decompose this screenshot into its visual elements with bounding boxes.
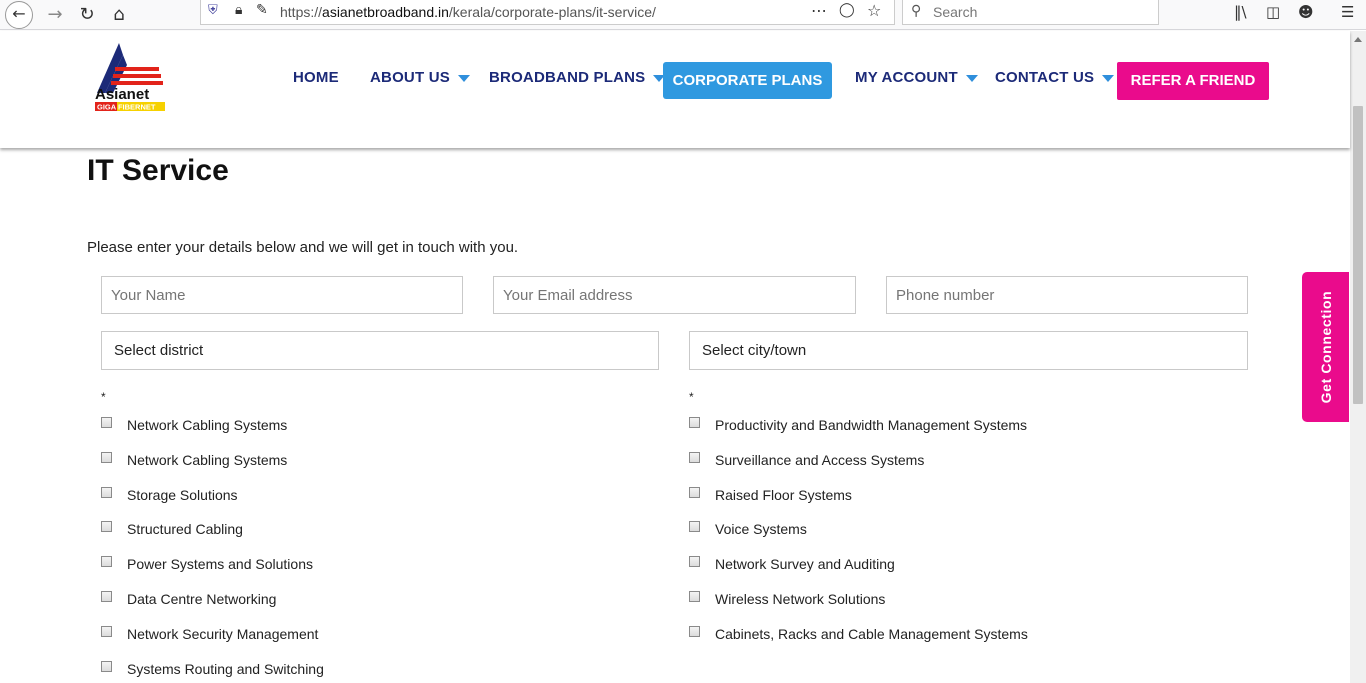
url-bar[interactable]: ⛨ 🔒︎ ✎ https://asianetbroadband.in/keral… — [200, 0, 895, 25]
checkbox-label: Storage Solutions — [127, 487, 238, 503]
checkbox[interactable] — [101, 417, 112, 428]
pocket-icon[interactable]: ◯ — [839, 2, 855, 18]
checkbox[interactable] — [101, 521, 112, 532]
browser-search-bar[interactable]: ⚲ Search — [902, 0, 1159, 25]
phone-field[interactable] — [886, 276, 1248, 314]
account-icon[interactable]: ☻ — [1298, 3, 1314, 21]
checkbox-label: Structured Cabling — [127, 521, 243, 537]
district-select[interactable]: Select district — [101, 331, 659, 370]
page-title: IT Service — [87, 154, 229, 187]
back-icon[interactable]: ← — [5, 1, 33, 29]
nav-broadband-plans[interactable]: BROADBAND PLANS — [489, 69, 666, 93]
reload-icon[interactable]: ↻ — [74, 2, 100, 28]
scroll-up-icon[interactable] — [1354, 37, 1362, 42]
checkbox[interactable] — [689, 452, 700, 463]
intro-text: Please enter your details below and we w… — [87, 239, 519, 256]
search-placeholder: Search — [933, 4, 978, 20]
nav-contact-us[interactable]: CONTACT US — [995, 69, 1115, 93]
checkbox[interactable] — [689, 626, 700, 637]
checkbox-label: Power Systems and Solutions — [127, 556, 313, 572]
bookmark-star-icon[interactable]: ☆ — [867, 1, 881, 20]
email-field[interactable] — [493, 276, 856, 314]
checkbox-label: Systems Routing and Switching — [127, 661, 324, 677]
forward-icon[interactable]: → — [42, 2, 68, 28]
nav-home[interactable]: HOME — [293, 69, 339, 93]
chevron-down-icon — [1102, 74, 1115, 82]
checkbox-label: Network Security Management — [127, 626, 319, 642]
checkbox[interactable] — [101, 452, 112, 463]
get-connection-button[interactable]: Get Connection — [1302, 272, 1349, 422]
checkbox[interactable] — [101, 591, 112, 602]
checkbox-label: Surveillance and Access Systems — [715, 452, 925, 468]
city-select[interactable]: Select city/town — [689, 331, 1248, 370]
url-text[interactable]: https://asianetbroadband.in/kerala/corpo… — [280, 4, 656, 20]
nav-my-account[interactable]: MY ACCOUNT — [855, 69, 978, 93]
checkbox-label: Data Centre Networking — [127, 591, 277, 607]
page-scrollbar[interactable] — [1350, 31, 1366, 683]
checkbox[interactable] — [689, 521, 700, 532]
nav-about-us[interactable]: ABOUT US — [370, 69, 470, 93]
checkbox-label: Network Cabling Systems — [127, 452, 288, 468]
permissions-icon[interactable]: ✎ — [256, 2, 268, 18]
checkbox-label: Productivity and Bandwidth Management Sy… — [715, 417, 1028, 433]
menu-icon[interactable]: ☰ — [1341, 3, 1354, 21]
more-icon[interactable]: ⋯ — [811, 1, 827, 20]
checkbox-label: Cabinets, Racks and Cable Management Sys… — [715, 626, 1028, 642]
required-mark: * — [101, 390, 106, 404]
browser-toolbar: ← → ↻ ⌂ ⛨ 🔒︎ ✎ https://asianetbroadband.… — [0, 0, 1366, 30]
required-mark: * — [689, 390, 694, 404]
checkbox-label: Voice Systems — [715, 521, 807, 537]
refer-a-friend-button[interactable]: REFER A FRIEND — [1117, 62, 1269, 100]
checkbox[interactable] — [689, 487, 700, 498]
search-icon: ⚲ — [911, 3, 922, 19]
checkbox-label: Network Survey and Auditing — [715, 556, 895, 572]
checkbox[interactable] — [101, 661, 112, 672]
asianet-logo[interactable]: Asianet GIGA FIBERNET — [91, 41, 167, 113]
checkbox[interactable] — [101, 556, 112, 567]
lock-icon[interactable]: 🔒︎ — [235, 2, 242, 18]
checkbox[interactable] — [689, 556, 700, 567]
get-connection-label: Get Connection — [1317, 290, 1334, 404]
checkbox-label: Network Cabling Systems — [127, 417, 288, 433]
checkbox[interactable] — [101, 487, 112, 498]
site-header: Asianet GIGA FIBERNET HOME ABOUT US BROA… — [0, 31, 1350, 148]
logo-subtext: GIGA FIBERNET — [97, 103, 156, 112]
nav-corporate-plans[interactable]: CORPORATE PLANS — [663, 62, 832, 99]
checkbox[interactable] — [101, 626, 112, 637]
chevron-down-icon — [965, 74, 978, 82]
scroll-thumb[interactable] — [1353, 106, 1363, 404]
chevron-down-icon — [457, 74, 470, 82]
checkbox[interactable] — [689, 417, 700, 428]
checkbox[interactable] — [689, 591, 700, 602]
shield-icon[interactable]: ⛨ — [208, 3, 218, 18]
home-icon[interactable]: ⌂ — [106, 2, 132, 28]
checkbox-label: Wireless Network Solutions — [715, 591, 886, 607]
logo-wordmark: Asianet — [95, 86, 149, 103]
library-icon[interactable]: ‖\ — [1234, 3, 1247, 21]
checkbox-label: Raised Floor Systems — [715, 487, 852, 503]
name-field[interactable] — [101, 276, 463, 314]
sidebar-icon[interactable]: ◫ — [1266, 3, 1280, 21]
